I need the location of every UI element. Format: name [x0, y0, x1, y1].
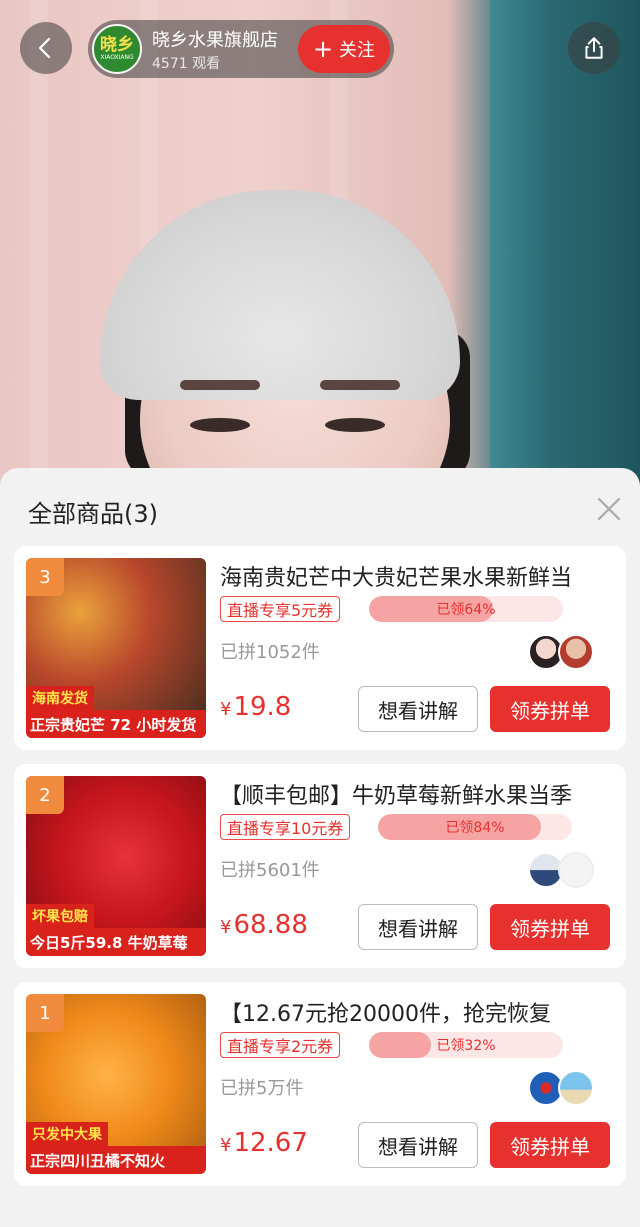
- eye: [190, 418, 250, 432]
- explain-button[interactable]: 想看讲解: [358, 686, 478, 732]
- thumb-tag: 海南发货: [26, 686, 94, 710]
- coupon-buy-button[interactable]: 领券拼单: [490, 1122, 610, 1168]
- coupon-buy-button[interactable]: 领券拼单: [490, 904, 610, 950]
- price: ¥12.67: [220, 1128, 308, 1158]
- close-icon[interactable]: [596, 496, 622, 522]
- shop-name: 晓乡水果旗舰店: [152, 30, 278, 51]
- price: ¥19.8: [220, 692, 291, 722]
- avatar: [558, 634, 594, 670]
- thumb-tag: 只发中大果: [26, 1122, 108, 1146]
- product-title[interactable]: 【顺丰包邮】牛奶草莓新鲜水果当季: [220, 778, 616, 810]
- product-sheet: 全部商品(3) 3 海南发货 正宗贵妃芒 72 小时发货 海南贵妃芒中大贵妃芒果…: [0, 468, 640, 1227]
- rank-badge: 3: [26, 558, 64, 596]
- explain-button[interactable]: 想看讲解: [358, 904, 478, 950]
- sheet-title: 全部商品(3): [28, 500, 158, 528]
- teal-curtain: [490, 0, 640, 500]
- eye: [325, 418, 385, 432]
- eyebrow: [180, 380, 260, 390]
- product-thumbnail[interactable]: 3 海南发货 正宗贵妃芒 72 小时发货: [26, 558, 206, 738]
- rank-badge: 2: [26, 776, 64, 814]
- product-title[interactable]: 海南贵妃芒中大贵妃芒果水果新鲜当: [220, 560, 616, 592]
- plus-icon: +: [312, 35, 334, 63]
- coupon-badge: 直播专享10元券: [220, 814, 351, 840]
- claim-progress-text: 已领64%: [436, 602, 496, 618]
- claim-progress-text: 已领84%: [445, 820, 505, 836]
- avatar: [558, 852, 594, 888]
- thumb-banner: 今日5斤59.8 牛奶草莓: [26, 928, 206, 956]
- buyer-avatars: [528, 634, 598, 670]
- shop-logo[interactable]: 晓乡 XIAOXIANG: [92, 24, 142, 74]
- buyer-avatars: [528, 852, 598, 888]
- chevron-left-icon: [38, 37, 51, 59]
- follow-label: 关注: [339, 40, 376, 61]
- logo-text: 晓乡: [100, 35, 134, 55]
- back-button[interactable]: [20, 22, 72, 74]
- claim-progress: 已领64%: [369, 596, 563, 622]
- product-title[interactable]: 【12.67元抢20000件，抢完恢复: [220, 996, 616, 1028]
- product-thumbnail[interactable]: 1 只发中大果 正宗四川丑橘不知火: [26, 994, 206, 1174]
- coupon-badge: 直播专享2元券: [220, 1032, 341, 1058]
- coupon-badge: 直播专享5元券: [220, 596, 341, 622]
- currency-symbol: ¥: [220, 1135, 232, 1156]
- price: ¥68.88: [220, 910, 308, 940]
- claim-progress: 已领32%: [369, 1032, 563, 1058]
- curtain-fold: [30, 0, 48, 500]
- sold-count: 已拼5601件: [220, 860, 320, 881]
- claim-progress-text: 已领32%: [436, 1038, 496, 1054]
- coupon-buy-button[interactable]: 领券拼单: [490, 686, 610, 732]
- currency-symbol: ¥: [220, 917, 232, 938]
- thumb-tag: 坏果包赔: [26, 904, 94, 928]
- claim-progress: 已领84%: [378, 814, 572, 840]
- sold-count: 已拼1052件: [220, 642, 320, 663]
- share-icon: [585, 37, 603, 59]
- explain-button[interactable]: 想看讲解: [358, 1122, 478, 1168]
- product-card[interactable]: 1 只发中大果 正宗四川丑橘不知火 【12.67元抢20000件，抢完恢复 直播…: [14, 982, 626, 1186]
- product-card[interactable]: 2 坏果包赔 今日5斤59.8 牛奶草莓 【顺丰包邮】牛奶草莓新鲜水果当季 直播…: [14, 764, 626, 968]
- share-button[interactable]: [568, 22, 620, 74]
- sold-count: 已拼5万件: [220, 1078, 304, 1099]
- price-value: 19.8: [233, 692, 292, 722]
- rank-badge: 1: [26, 994, 64, 1032]
- price-value: 12.67: [233, 1128, 308, 1158]
- follow-button[interactable]: + 关注: [298, 25, 390, 73]
- price-value: 68.88: [233, 910, 308, 940]
- thumb-banner: 正宗贵妃芒 72 小时发货: [26, 710, 206, 738]
- thumb-banner: 正宗四川丑橘不知火: [26, 1146, 206, 1174]
- product-thumbnail[interactable]: 2 坏果包赔 今日5斤59.8 牛奶草莓: [26, 776, 206, 956]
- eyebrow: [320, 380, 400, 390]
- shop-info[interactable]: 晓乡 XIAOXIANG 晓乡水果旗舰店 4571 观看 + 关注: [88, 20, 394, 78]
- buyer-avatars: [528, 1070, 598, 1106]
- logo-subtext: XIAOXIANG: [100, 54, 134, 61]
- currency-symbol: ¥: [220, 699, 232, 720]
- viewer-count: 4571 观看: [152, 56, 221, 72]
- avatar: [558, 1070, 594, 1106]
- product-card[interactable]: 3 海南发货 正宗贵妃芒 72 小时发货 海南贵妃芒中大贵妃芒果水果新鲜当 直播…: [14, 546, 626, 750]
